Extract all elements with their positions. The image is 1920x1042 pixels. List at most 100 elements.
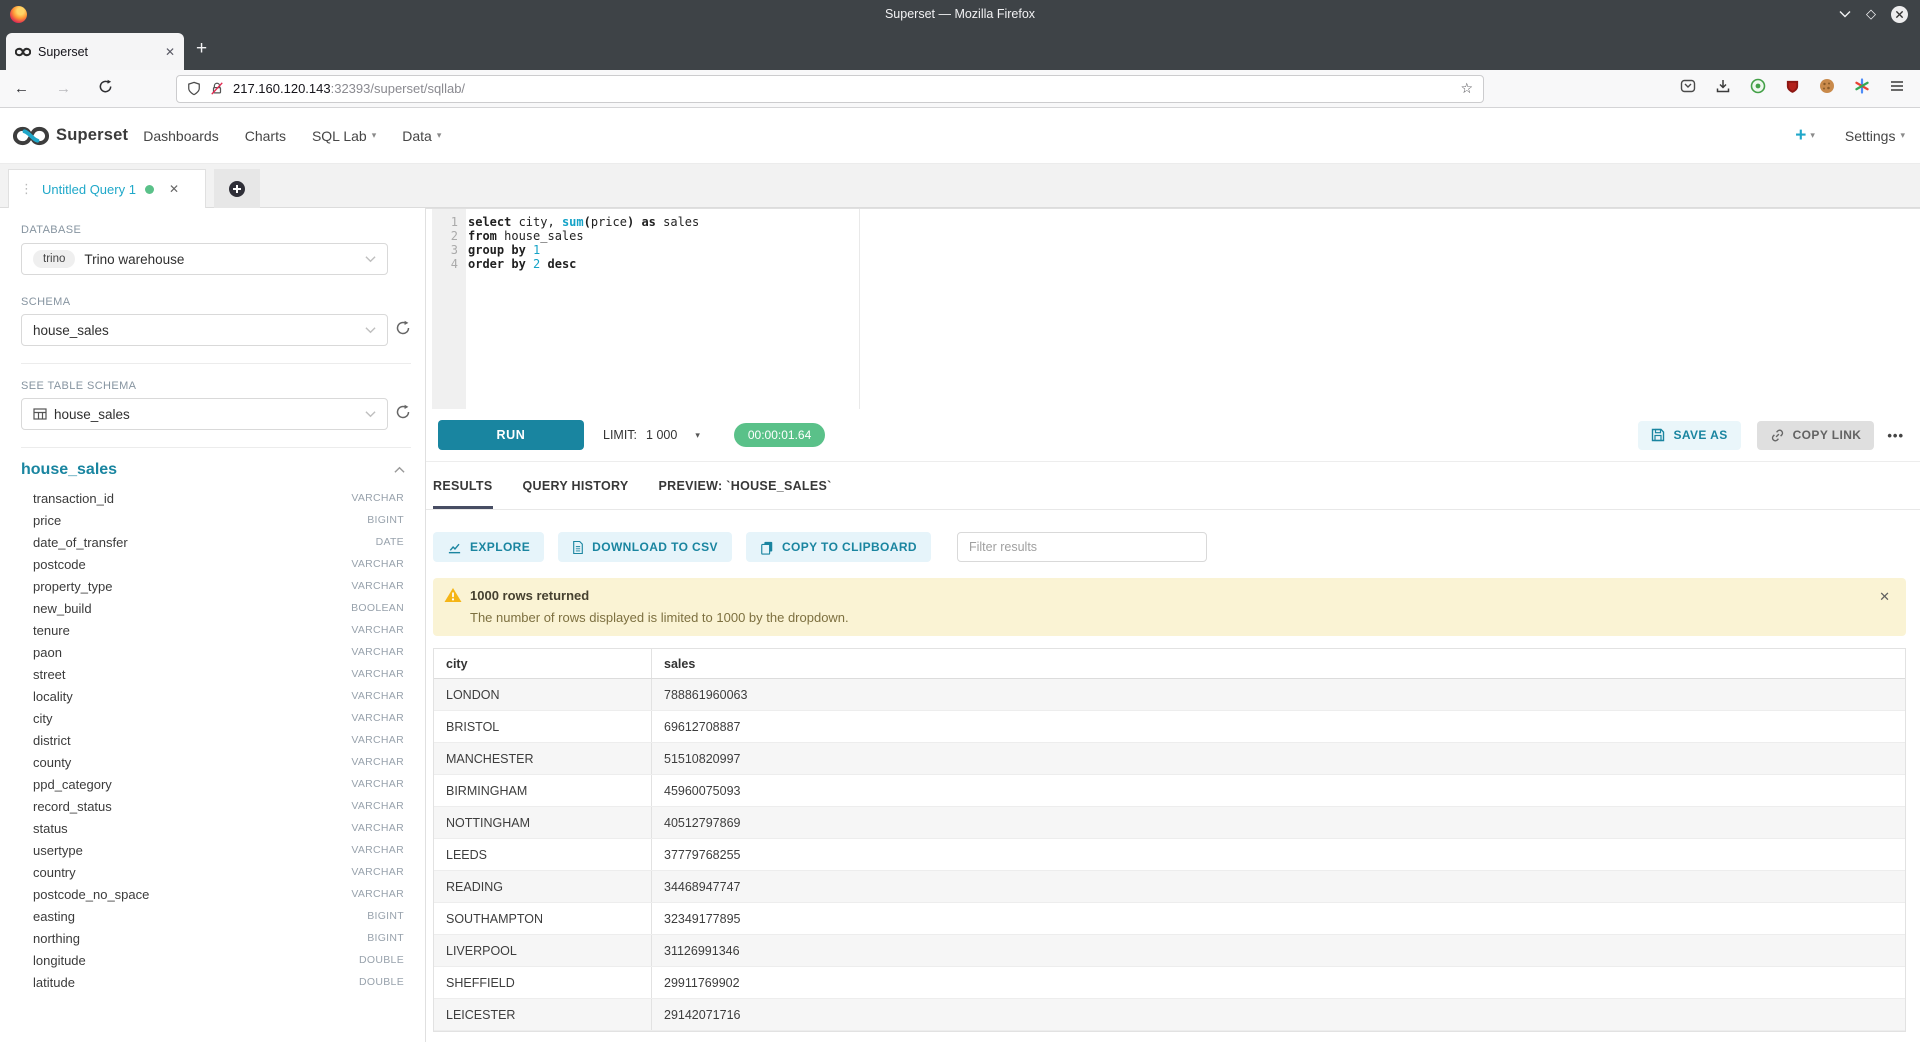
- settings-menu[interactable]: Settings▾: [1845, 128, 1905, 144]
- column-header-city[interactable]: city: [434, 657, 468, 671]
- table-row[interactable]: MANCHESTER 51510820997: [434, 743, 1905, 775]
- table-select[interactable]: house_sales: [21, 398, 388, 430]
- add-query-tab-button[interactable]: [214, 169, 260, 208]
- column-header-sales[interactable]: sales: [652, 657, 695, 671]
- query-tab-close-icon[interactable]: ✕: [169, 182, 179, 196]
- run-button[interactable]: RUN: [438, 420, 584, 450]
- nav-item-dashboards[interactable]: Dashboards: [143, 128, 219, 144]
- schema-select[interactable]: house_sales: [21, 314, 388, 346]
- nav-item-sql-lab[interactable]: SQL Lab▾: [312, 128, 376, 144]
- column-name: postcode: [33, 557, 86, 572]
- database-select[interactable]: trino Trino warehouse: [21, 243, 388, 275]
- browser-tab[interactable]: Superset ✕: [6, 33, 184, 70]
- bookmark-star-icon[interactable]: ☆: [1460, 80, 1473, 97]
- column-name: county: [33, 755, 71, 770]
- table-row[interactable]: BRISTOL 69612708887: [434, 711, 1905, 743]
- superset-infinity-icon: [13, 126, 49, 146]
- sql-code[interactable]: select city, sum(price) as salesfrom hou…: [468, 215, 1920, 271]
- superset-logo[interactable]: Superset: [0, 126, 128, 146]
- table-row[interactable]: SHEFFIELD 29911769902: [434, 967, 1905, 999]
- back-button[interactable]: ←: [14, 80, 29, 97]
- limit-dropdown[interactable]: LIMIT: 1 000 ▾: [603, 428, 700, 442]
- explore-button[interactable]: EXPLORE: [433, 532, 544, 562]
- column-name: status: [33, 821, 68, 836]
- warning-triangle-icon: [444, 587, 462, 603]
- extension-green-icon[interactable]: [1750, 78, 1766, 99]
- column-type: VARCHAR: [351, 624, 404, 636]
- collapse-table-icon[interactable]: [394, 466, 405, 474]
- sales-cell: 788861960063: [652, 688, 747, 702]
- filter-results-input[interactable]: [957, 532, 1207, 562]
- downloads-icon[interactable]: [1715, 78, 1731, 99]
- results-table-header: city sales: [434, 649, 1905, 679]
- drag-handle-icon[interactable]: ⋮: [20, 181, 33, 197]
- tab-results[interactable]: RESULTS: [433, 479, 493, 509]
- column-type: DOUBLE: [359, 976, 404, 988]
- ublock-shield-icon[interactable]: [1785, 79, 1800, 99]
- table-row[interactable]: LONDON 788861960063: [434, 679, 1905, 711]
- tab-query-history[interactable]: QUERY HISTORY: [523, 479, 629, 509]
- address-bar[interactable]: 217.160.120.143:32393/superset/sqllab/ ☆: [176, 75, 1484, 103]
- database-label: DATABASE: [21, 224, 411, 236]
- cookie-extension-icon[interactable]: [1819, 78, 1835, 99]
- table-row[interactable]: LEICESTER 29142071716: [434, 999, 1905, 1031]
- column-name: locality: [33, 689, 73, 704]
- more-actions-button[interactable]: •••: [1887, 428, 1904, 443]
- refresh-tables-icon[interactable]: [395, 404, 411, 425]
- column-name: district: [33, 733, 71, 748]
- table-row[interactable]: LIVERPOOL 31126991346: [434, 935, 1905, 967]
- column-row: tenure VARCHAR: [21, 619, 411, 641]
- window-maximize-button[interactable]: ◇: [1866, 6, 1876, 22]
- tracking-shield-icon[interactable]: [187, 81, 201, 96]
- pocket-icon[interactable]: [1680, 78, 1696, 99]
- table-row[interactable]: LEEDS 37779768255: [434, 839, 1905, 871]
- alert-close-icon[interactable]: ✕: [1879, 589, 1890, 605]
- window-minimize-button[interactable]: [1839, 10, 1851, 18]
- menu-hamburger-icon[interactable]: [1889, 78, 1905, 99]
- refresh-schema-icon[interactable]: [395, 320, 411, 341]
- save-as-button[interactable]: SAVE AS: [1638, 421, 1740, 450]
- reload-button[interactable]: [98, 79, 113, 99]
- column-type: VARCHAR: [351, 800, 404, 812]
- table-name-heading[interactable]: house_sales: [21, 461, 117, 479]
- copy-clipboard-button[interactable]: COPY TO CLIPBOARD: [746, 532, 931, 562]
- superset-favicon-icon: [15, 47, 31, 57]
- copy-link-button[interactable]: COPY LINK: [1757, 421, 1875, 450]
- query-tab[interactable]: ⋮ Untitled Query 1 ✕: [8, 169, 206, 208]
- column-name: usertype: [33, 843, 83, 858]
- city-cell: BIRMINGHAM: [434, 784, 527, 798]
- extension-asterisk-icon[interactable]: [1854, 78, 1870, 99]
- table-row[interactable]: NOTTINGHAM 40512797869: [434, 807, 1905, 839]
- download-csv-button[interactable]: DOWNLOAD TO CSV: [558, 532, 732, 562]
- new-tab-button[interactable]: +: [196, 38, 207, 60]
- nav-item-charts[interactable]: Charts: [245, 128, 286, 144]
- column-row: latitude DOUBLE: [21, 971, 411, 993]
- link-icon: [1770, 428, 1785, 443]
- nav-item-data[interactable]: Data▾: [402, 128, 441, 144]
- tab-close-icon[interactable]: ✕: [165, 45, 175, 59]
- city-cell: SHEFFIELD: [434, 976, 515, 990]
- column-name: date_of_transfer: [33, 535, 128, 550]
- column-row: property_type VARCHAR: [21, 575, 411, 597]
- insecure-lock-icon[interactable]: [210, 81, 224, 96]
- table-row[interactable]: SOUTHAMPTON 32349177895: [434, 903, 1905, 935]
- column-row: date_of_transfer DATE: [21, 531, 411, 553]
- brand-name: Superset: [56, 126, 128, 145]
- table-grid-icon: [33, 407, 47, 421]
- limit-value: 1 000: [646, 428, 677, 442]
- chart-icon: [447, 540, 462, 555]
- tab-preview-house-sales[interactable]: PREVIEW: `HOUSE_SALES`: [659, 479, 832, 509]
- window-close-button[interactable]: [1891, 6, 1908, 23]
- table-row[interactable]: READING 34468947747: [434, 871, 1905, 903]
- url-path: :32393/superset/sqllab/: [331, 81, 465, 96]
- column-row: postcode_no_space VARCHAR: [21, 883, 411, 905]
- limit-label: LIMIT:: [603, 428, 637, 442]
- new-item-button[interactable]: +▾: [1795, 126, 1815, 145]
- sql-editor[interactable]: 1234 select city, sum(price) as salesfro…: [426, 208, 1920, 409]
- table-row[interactable]: BIRMINGHAM 45960075093: [434, 775, 1905, 807]
- column-type: BIGINT: [367, 910, 404, 922]
- sales-cell: 40512797869: [652, 816, 740, 830]
- divider: [21, 363, 411, 364]
- column-type: VARCHAR: [351, 866, 404, 878]
- column-type: DATE: [376, 536, 404, 548]
